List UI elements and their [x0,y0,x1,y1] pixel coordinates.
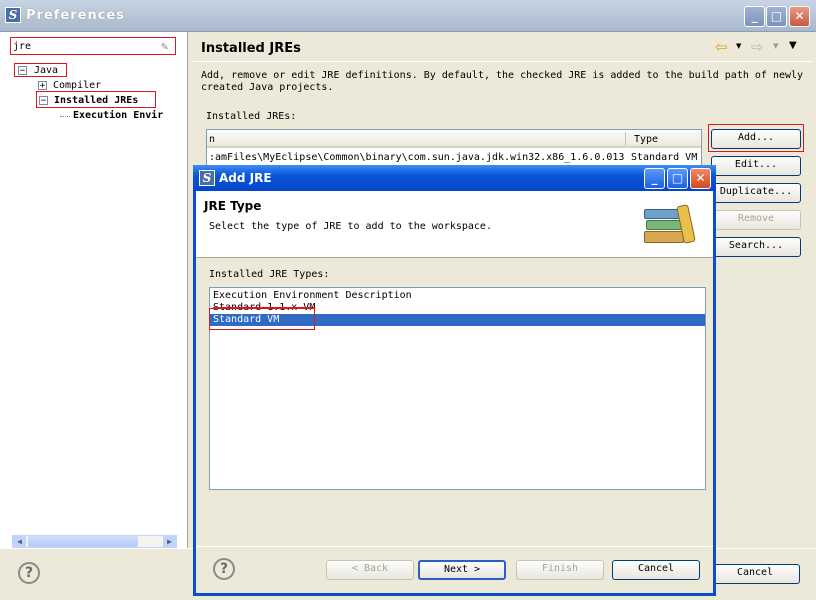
list-item-label: Execution Environment Description [213,290,412,301]
search-button[interactable]: Search... [711,237,801,257]
dialog-cancel-button[interactable]: Cancel [612,560,700,580]
back-nav-dropdown-icon[interactable]: ▼ [736,42,741,50]
dialog-minimize-button[interactable]: _ [644,168,665,189]
dialog-close-button[interactable]: ✕ [690,168,711,189]
filter-text: jre [13,41,32,52]
collapse-icon[interactable]: − [39,96,48,106]
add-button[interactable]: Add... [711,129,801,149]
remove-button[interactable]: Remove [711,210,801,230]
standard-vm-highlight [209,308,315,330]
dialog-help-icon[interactable]: ? [213,558,235,580]
preferences-tree-pane: jre ✎ − Java + Compiler − Installed JREs… [0,32,188,548]
column-header-type[interactable]: Type [634,134,658,145]
scroll-thumb[interactable] [28,536,138,547]
jre-type-cell: Standard VM [631,152,698,163]
tree-item-execution-environments[interactable]: Execution Envir [60,109,188,123]
tree-horizontal-scrollbar[interactable]: ◀ ▶ [12,535,177,548]
forward-nav-icon[interactable]: ⇨ [751,38,764,56]
minimize-button[interactable]: _ [744,6,765,27]
jre-types-list[interactable]: Execution Environment Description Standa… [209,287,706,490]
clear-filter-icon[interactable]: ✎ [161,39,168,53]
eclipse-logo-icon: S [5,7,21,23]
tree-label: Installed JREs [54,95,139,106]
jre-types-label: Installed JRE Types: [209,269,330,280]
add-jre-dialog: S Add JRE _ □ ✕ JRE Type Select the type… [193,165,716,596]
column-header-location[interactable]: n [209,134,215,145]
view-menu-icon[interactable]: ▼ [789,40,797,51]
eclipse-logo-icon: S [199,170,215,186]
scroll-right-icon[interactable]: ▶ [163,536,176,547]
preferences-titlebar: S Preferences _ □ ✕ [0,0,816,32]
list-item[interactable]: Execution Environment Description [210,290,705,302]
page-header: Installed JREs ⇦ ▼ ⇨ ▼ ▼ [189,32,816,60]
help-icon[interactable]: ? [18,562,40,584]
jre-books-icon [642,203,700,249]
window-title: Preferences [26,8,125,23]
filter-input[interactable]: jre ✎ [10,37,176,55]
dialog-footer-divider [196,546,713,547]
back-button[interactable]: < Back [326,560,414,580]
dialog-header: JRE Type Select the type of JRE to add t… [196,191,713,258]
tree-label: Execution Envir [73,110,164,121]
table-header: n Type [207,130,701,148]
close-button[interactable]: ✕ [789,6,810,27]
table-row[interactable]: :amFiles\MyEclipse\Common\binary\com.sun… [207,150,701,164]
duplicate-button[interactable]: Duplicate... [711,183,801,203]
collapse-icon[interactable]: − [18,66,27,76]
installed-jres-table: n Type :amFiles\MyEclipse\Common\binary\… [206,129,702,169]
header-divider [193,61,813,62]
page-description: Add, remove or edit JRE definitions. By … [201,70,804,93]
tree-label: Compiler [53,80,102,91]
page-title: Installed JREs [201,41,301,56]
tree-item-installed-jres[interactable]: − Installed JREs [36,91,156,108]
tree-label: Java [34,65,59,76]
maximize-button[interactable]: □ [766,6,787,27]
back-nav-icon[interactable]: ⇦ [715,38,728,56]
edit-button[interactable]: Edit... [711,156,801,176]
expand-icon[interactable]: + [38,81,47,91]
tree-connector [60,116,70,117]
dialog-header-description: Select the type of JRE to add to the wor… [209,221,492,232]
jre-location-cell: :amFiles\MyEclipse\Common\binary\com.sun… [209,152,625,163]
tree-item-java[interactable]: − Java [14,63,67,77]
installed-jres-label: Installed JREs: [206,111,297,122]
finish-button[interactable]: Finish [516,560,604,580]
dialog-maximize-button[interactable]: □ [667,168,688,189]
next-button[interactable]: Next > [418,560,506,580]
dialog-header-title: JRE Type [204,199,262,213]
cancel-button[interactable]: Cancel [710,564,800,584]
scroll-left-icon[interactable]: ◀ [13,536,26,547]
column-separator [625,132,626,146]
dialog-titlebar: S Add JRE _ □ ✕ [193,165,716,191]
forward-nav-dropdown-icon[interactable]: ▼ [773,42,778,50]
dialog-title: Add JRE [219,171,272,185]
